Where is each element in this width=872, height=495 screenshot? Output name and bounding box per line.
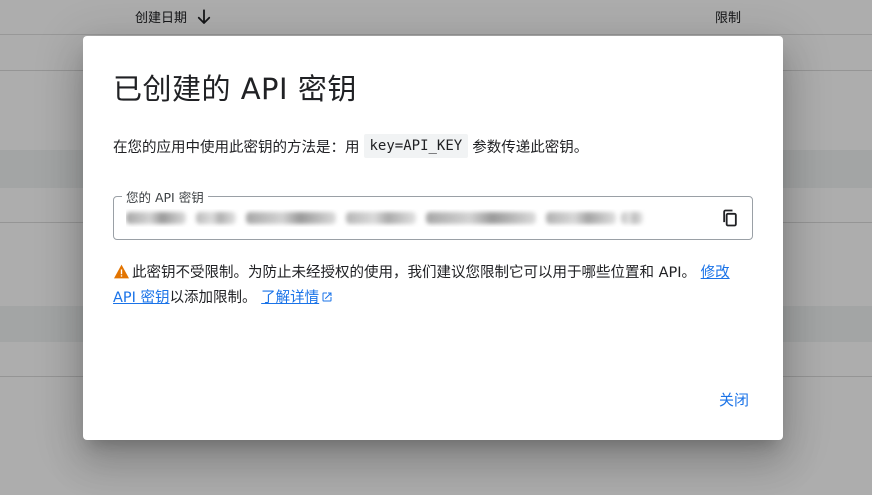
api-key-created-dialog: 已创建的 API 密钥 在您的应用中使用此密钥的方法是：用 key=API_KE…: [83, 36, 783, 440]
open-in-new-icon: [322, 292, 332, 302]
api-key-field-label: 您的 API 密钥: [122, 187, 208, 206]
instructions-suffix: 参数传递此密钥。: [472, 139, 589, 156]
code-snippet: key=API_KEY: [363, 134, 469, 158]
api-key-value-redacted[interactable]: [126, 209, 686, 227]
close-button[interactable]: 关闭: [719, 385, 749, 414]
unrestricted-key-warning: 此密钥不受限制。为防止未经授权的使用，我们建议您限制它可以用于哪些位置和 API…: [113, 261, 733, 311]
warning-text: 此密钥不受限制。为防止未经授权的使用，我们建议您限制它可以用于哪些位置和 API…: [132, 265, 697, 281]
learn-more-label: 了解详情: [261, 290, 320, 306]
copy-icon: [723, 209, 737, 227]
warning-after-edit: 以添加限制。: [169, 290, 257, 306]
dialog-title: 已创建的 API 密钥: [113, 72, 357, 106]
api-key-field[interactable]: 您的 API 密钥: [113, 187, 753, 240]
learn-more-link[interactable]: 了解详情: [261, 290, 333, 306]
copy-key-button[interactable]: [718, 206, 742, 230]
warning-icon: [114, 264, 129, 279]
usage-instructions: 在您的应用中使用此密钥的方法是：用 key=API_KEY 参数传递此密钥。: [113, 134, 588, 158]
instructions-prefix: 在您的应用中使用此密钥的方法是：用: [113, 139, 360, 156]
